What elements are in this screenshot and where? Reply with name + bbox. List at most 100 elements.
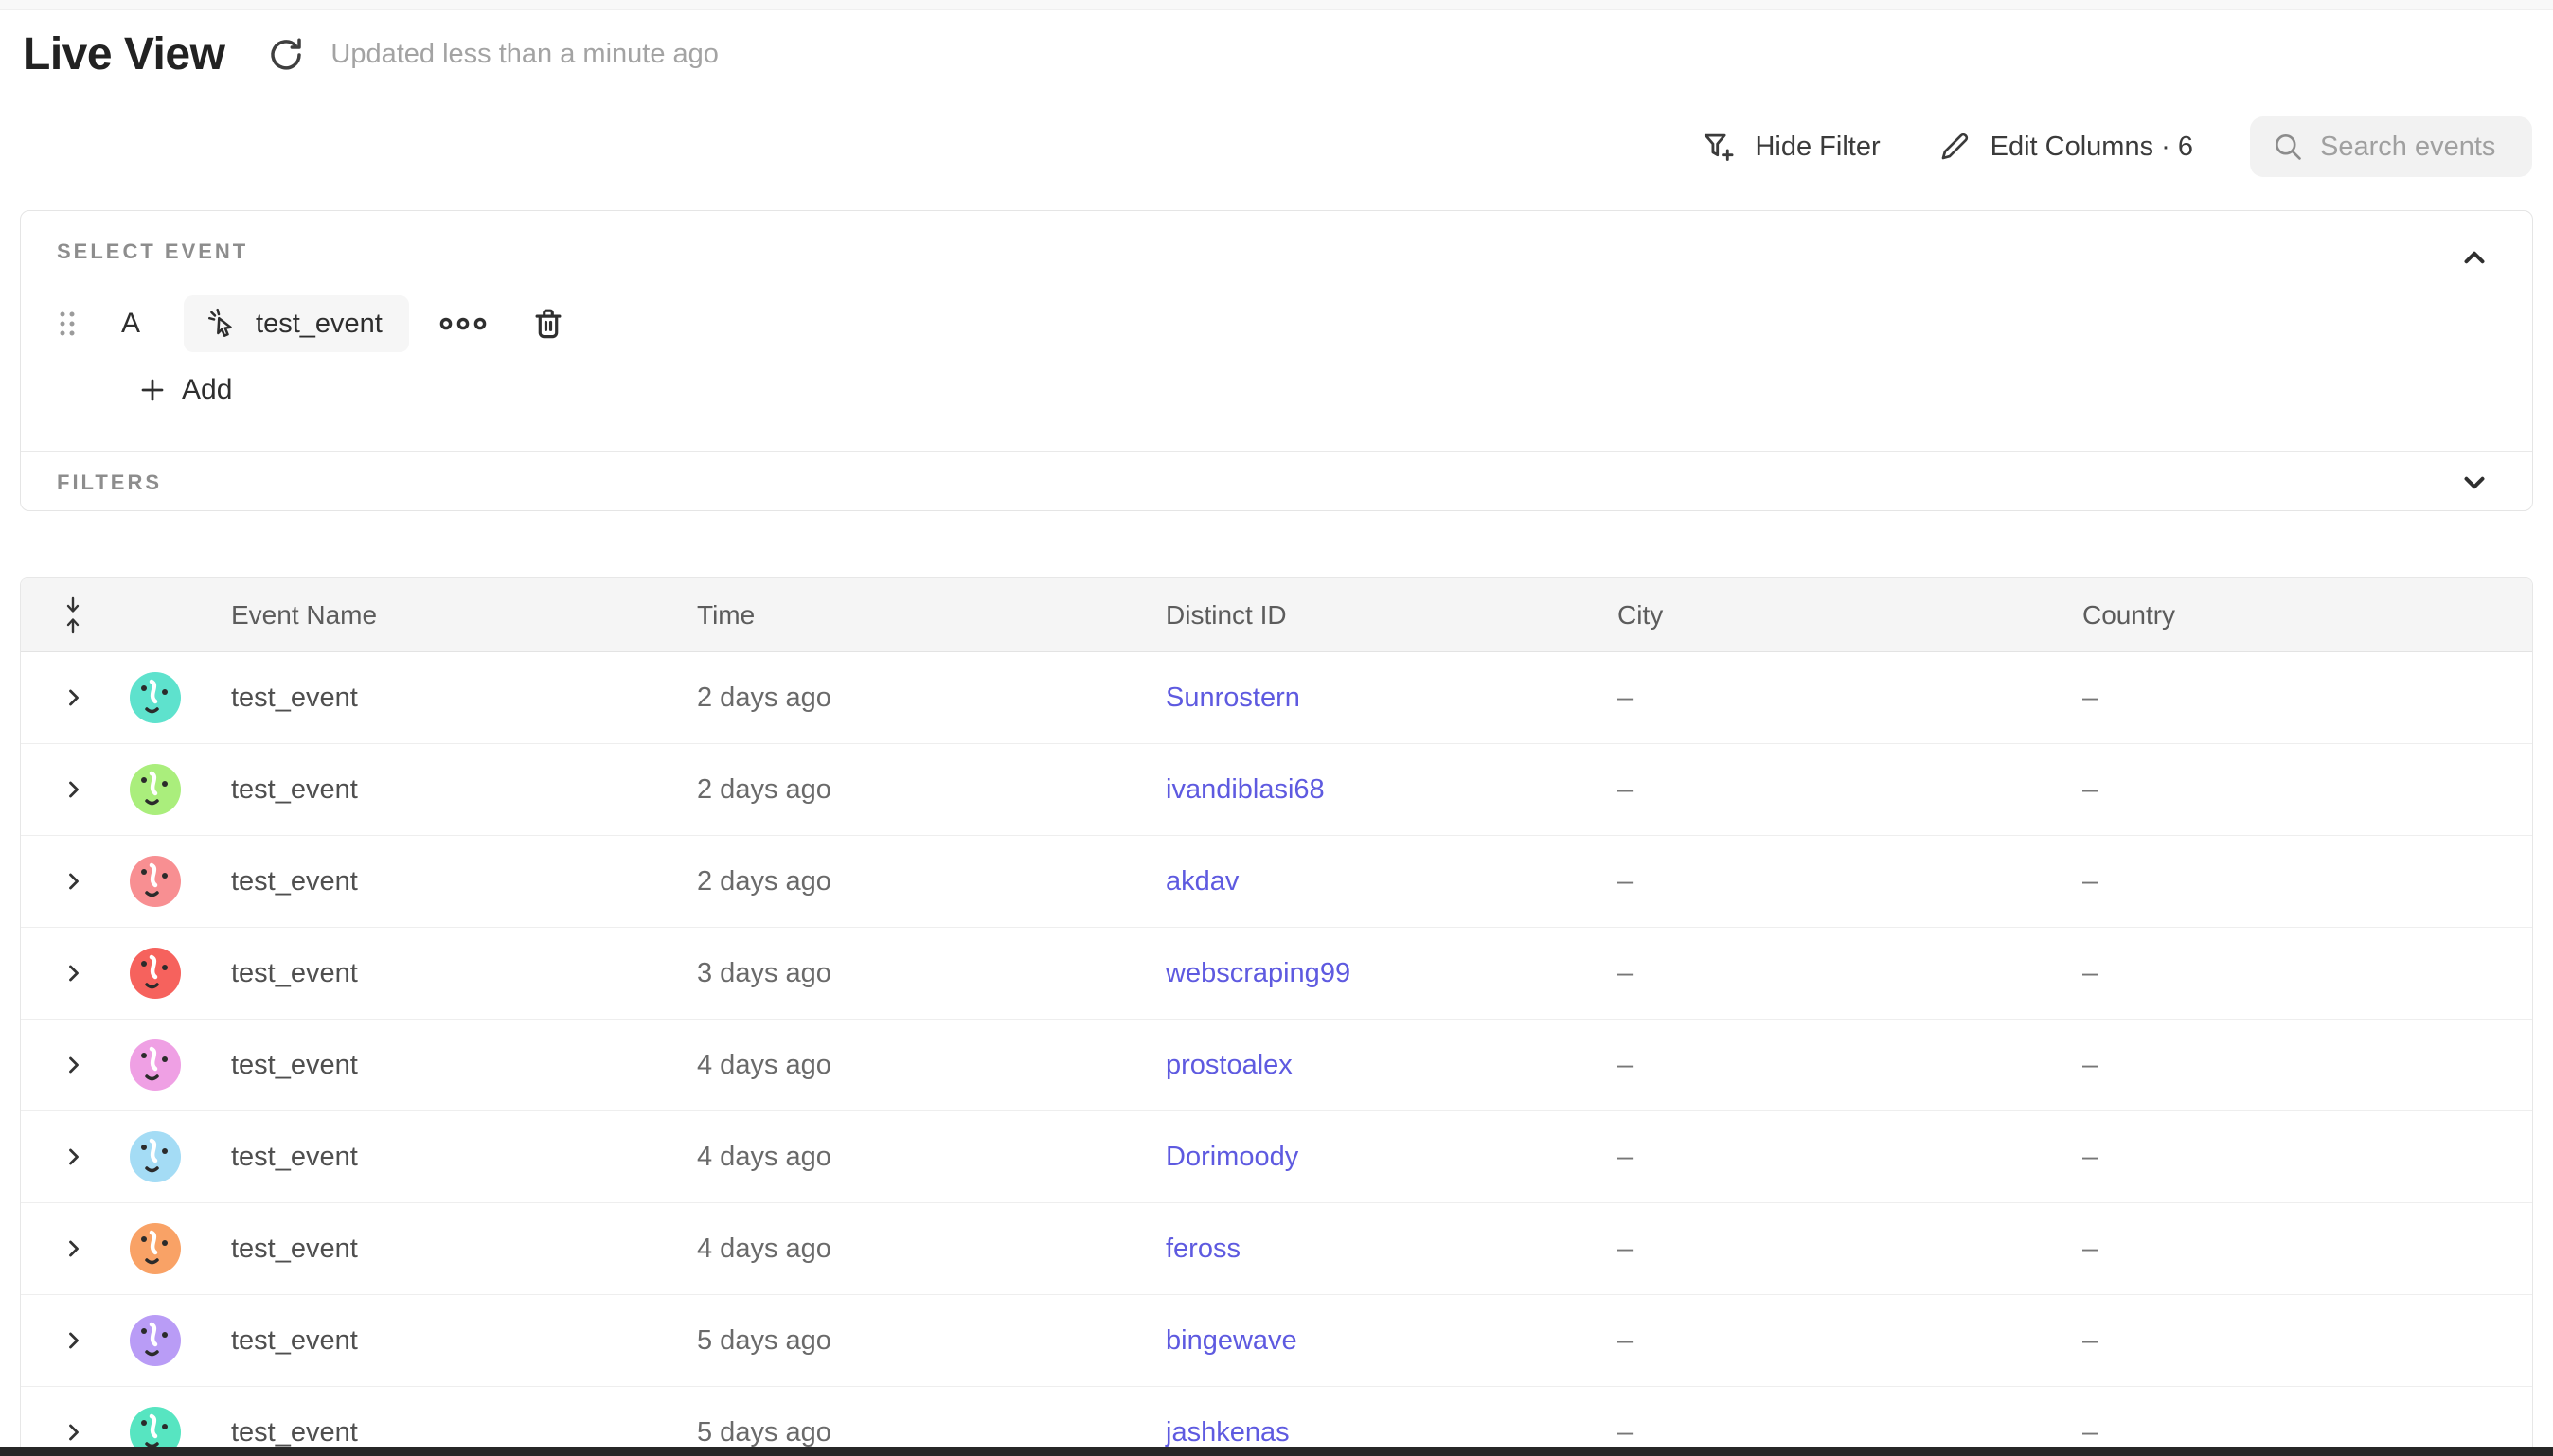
distinct-id-cell: prostoalex xyxy=(1145,1050,1597,1081)
table-row: test_event 4 days ago feross – – xyxy=(21,1203,2532,1295)
column-header-city[interactable]: City xyxy=(1597,600,2062,630)
row-expand-button[interactable] xyxy=(21,1419,111,1446)
event-name-cell: test_event xyxy=(210,1050,676,1081)
refresh-icon xyxy=(266,35,306,75)
country-cell: – xyxy=(2062,774,2532,806)
add-event-button[interactable]: Add xyxy=(138,374,232,406)
avatar-face-icon xyxy=(130,1223,181,1274)
filters-section: FILTERS xyxy=(21,452,2532,510)
city-cell: – xyxy=(1597,1234,2062,1265)
collapse-vertical-icon xyxy=(61,595,111,635)
row-expand-button[interactable] xyxy=(21,684,111,711)
table-row: test_event 2 days ago akdav – – xyxy=(21,836,2532,928)
bottom-edge-bar xyxy=(0,1447,2553,1456)
row-expand-button[interactable] xyxy=(21,1052,111,1078)
avatar-cell xyxy=(111,1131,210,1182)
edit-columns-button[interactable]: Edit Columns · 6 xyxy=(1937,130,2193,164)
refresh-button[interactable] xyxy=(266,35,306,75)
collapse-select-event-button[interactable] xyxy=(2458,241,2491,274)
time-cell: 4 days ago xyxy=(676,1050,1145,1081)
page-title: Live View xyxy=(23,28,224,80)
city-cell: – xyxy=(1597,1142,2062,1173)
chevron-right-icon xyxy=(61,1327,87,1354)
country-cell: – xyxy=(2062,958,2532,989)
distinct-id-cell: jashkenas xyxy=(1145,1417,1597,1448)
distinct-id-link[interactable]: Sunrostern xyxy=(1166,683,1300,713)
country-cell: – xyxy=(2062,683,2532,714)
column-header-event-name[interactable]: Event Name xyxy=(210,600,676,630)
column-header-distinct-id[interactable]: Distinct ID xyxy=(1145,600,1597,630)
avatar xyxy=(130,1131,181,1182)
selected-event-name: test_event xyxy=(256,309,383,340)
pencil-icon xyxy=(1937,130,1972,164)
distinct-id-link[interactable]: prostoalex xyxy=(1166,1050,1293,1080)
distinct-id-cell: bingewave xyxy=(1145,1325,1597,1357)
avatar xyxy=(130,764,181,815)
avatar-face-icon xyxy=(130,1315,181,1366)
event-name-cell: test_event xyxy=(210,774,676,806)
ellipsis-icon xyxy=(439,315,487,332)
avatar-face-icon xyxy=(130,1131,181,1182)
distinct-id-link[interactable]: Dorimoody xyxy=(1166,1142,1298,1172)
country-cell: – xyxy=(2062,866,2532,897)
search-icon xyxy=(2271,130,2305,164)
time-cell: 5 days ago xyxy=(676,1325,1145,1357)
chevron-up-icon xyxy=(2458,241,2491,274)
avatar xyxy=(130,856,181,907)
hide-filter-label: Hide Filter xyxy=(1755,132,1880,163)
avatar-cell xyxy=(111,1223,210,1274)
chevron-right-icon xyxy=(61,1144,87,1170)
event-selector-chip[interactable]: test_event xyxy=(184,295,409,352)
event-name-cell: test_event xyxy=(210,1417,676,1448)
event-name-cell: test_event xyxy=(210,683,676,714)
search-box[interactable] xyxy=(2250,116,2532,177)
filters-section-label: FILTERS xyxy=(57,471,2496,495)
event-name-cell: test_event xyxy=(210,1234,676,1265)
time-cell: 4 days ago xyxy=(676,1142,1145,1173)
search-input[interactable] xyxy=(2320,132,2519,163)
row-expand-button[interactable] xyxy=(21,1144,111,1170)
distinct-id-cell: feross xyxy=(1145,1234,1597,1265)
time-cell: 5 days ago xyxy=(676,1417,1145,1448)
table-row: test_event 2 days ago ivandiblasi68 – – xyxy=(21,744,2532,836)
delete-event-button[interactable] xyxy=(530,305,566,343)
distinct-id-link[interactable]: jashkenas xyxy=(1166,1417,1290,1447)
avatar xyxy=(130,1039,181,1091)
distinct-id-link[interactable]: webscraping99 xyxy=(1166,958,1350,988)
hide-filter-button[interactable]: Hide Filter xyxy=(1700,129,1880,165)
filter-plus-icon xyxy=(1700,129,1736,165)
table-row: test_event 5 days ago bingewave – – xyxy=(21,1295,2532,1387)
collapse-all-rows-button[interactable] xyxy=(21,595,111,635)
column-header-time[interactable]: Time xyxy=(676,600,1145,630)
table-row: test_event 2 days ago Sunrostern – – xyxy=(21,652,2532,744)
distinct-id-cell: akdav xyxy=(1145,866,1597,897)
country-cell: – xyxy=(2062,1142,2532,1173)
row-expand-button[interactable] xyxy=(21,960,111,986)
drag-handle-icon[interactable] xyxy=(57,308,78,340)
city-cell: – xyxy=(1597,683,2062,714)
country-cell: – xyxy=(2062,1050,2532,1081)
chevron-right-icon xyxy=(61,868,87,895)
query-builder-card: SELECT EVENT A xyxy=(20,210,2533,511)
distinct-id-link[interactable]: bingewave xyxy=(1166,1325,1297,1356)
row-expand-button[interactable] xyxy=(21,1327,111,1354)
distinct-id-link[interactable]: feross xyxy=(1166,1234,1241,1264)
avatar-cell xyxy=(111,672,210,723)
avatar xyxy=(130,672,181,723)
distinct-id-link[interactable]: akdav xyxy=(1166,866,1239,897)
distinct-id-link[interactable]: ivandiblasi68 xyxy=(1166,774,1325,805)
row-expand-button[interactable] xyxy=(21,1235,111,1262)
avatar-cell xyxy=(111,856,210,907)
event-options-button[interactable] xyxy=(439,315,487,332)
time-cell: 2 days ago xyxy=(676,683,1145,714)
country-cell: – xyxy=(2062,1417,2532,1448)
avatar-face-icon xyxy=(130,672,181,723)
row-expand-button[interactable] xyxy=(21,776,111,803)
city-cell: – xyxy=(1597,774,2062,806)
row-expand-button[interactable] xyxy=(21,868,111,895)
avatar-cell xyxy=(111,948,210,999)
column-header-country[interactable]: Country xyxy=(2062,600,2532,630)
updated-status-text: Updated less than a minute ago xyxy=(330,39,719,70)
expand-filters-button[interactable] xyxy=(2458,467,2491,499)
chevron-right-icon xyxy=(61,960,87,986)
